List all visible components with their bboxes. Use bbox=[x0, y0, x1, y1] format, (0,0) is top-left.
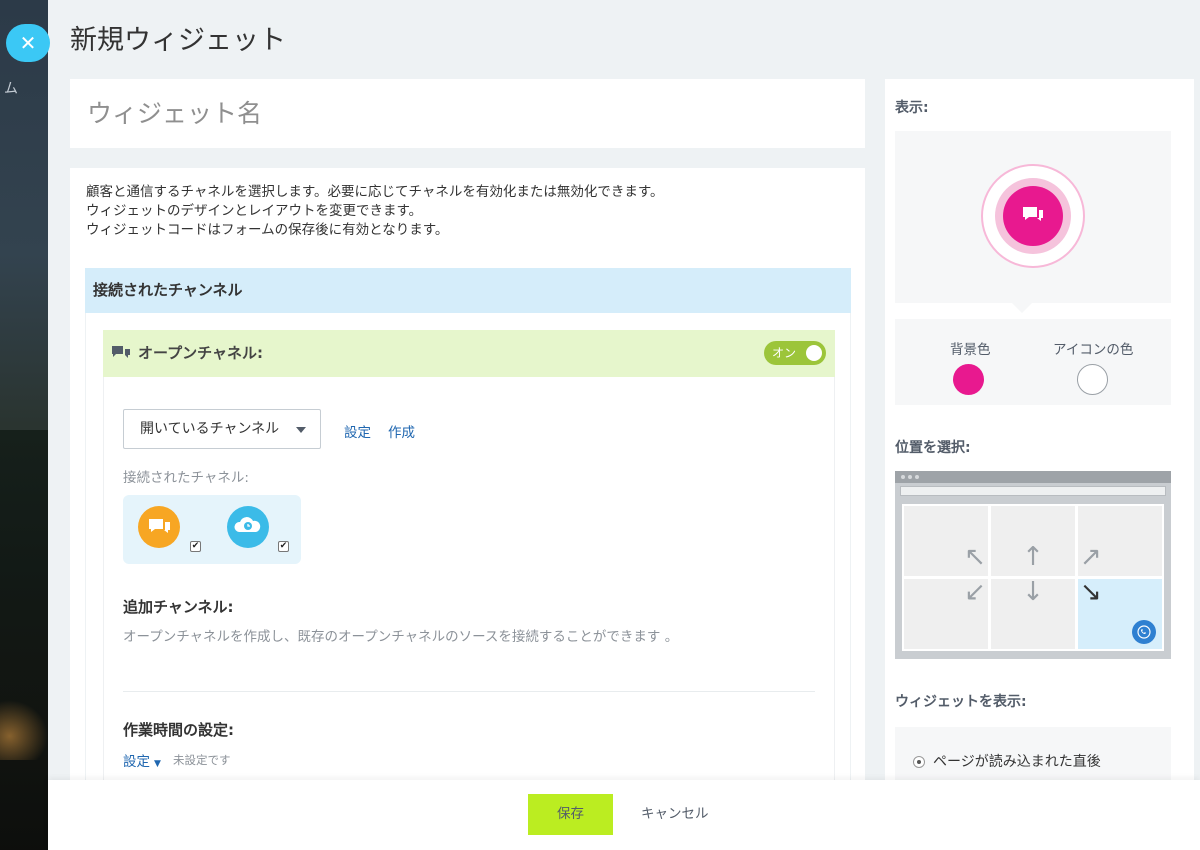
close-button[interactable]: ✕ bbox=[6, 24, 50, 62]
arrow-down-icon: ↓ bbox=[1022, 577, 1044, 607]
additional-channels-heading: 追加チャンネル: bbox=[123, 598, 234, 616]
position-top-right[interactable]: ↗ bbox=[1078, 506, 1162, 576]
background-strip: ム bbox=[0, 0, 48, 850]
open-channel-toggle[interactable]: オン bbox=[764, 341, 826, 365]
page-title: 新規ウィジェット bbox=[70, 25, 286, 56]
browser-bar bbox=[895, 471, 1171, 483]
connected-channels-label: 接続されたチャネル: bbox=[123, 470, 249, 486]
arrow-down-right-icon: ↘ bbox=[1080, 577, 1102, 607]
description-line: ウィジェットコードはフォームの保存後に有効となります。 bbox=[86, 222, 449, 238]
description-line: ウィジェットのデザインとレイアウトを変更できます。 bbox=[86, 203, 423, 219]
preview-pointer bbox=[1012, 303, 1032, 313]
background-landscape bbox=[0, 430, 48, 850]
connected-channels-section: オープンチャネル: オン 開いているチャンネル 設定 作成 接続されたチャネル: bbox=[85, 313, 851, 788]
arrow-up-right-icon: ↗ bbox=[1080, 542, 1102, 572]
bg-color-swatch[interactable] bbox=[953, 364, 984, 395]
select-value: 開いているチャンネル bbox=[140, 421, 280, 437]
widget-name-input[interactable] bbox=[87, 99, 848, 128]
open-channel-select[interactable]: 開いているチャンネル bbox=[123, 409, 321, 449]
work-hours-link-label: 設定 bbox=[123, 754, 150, 770]
description: 顧客と通信するチャネルを選択します。必要に応じてチャネルを有効化または無効化でき… bbox=[86, 183, 664, 240]
background-glow bbox=[0, 700, 48, 760]
icon-color-label: アイコンの色 bbox=[1053, 342, 1134, 358]
icon-color-swatch[interactable] bbox=[1077, 364, 1108, 395]
work-hours-heading: 作業時間の設定: bbox=[123, 721, 234, 739]
create-link[interactable]: 作成 bbox=[388, 421, 415, 441]
toggle-label: オン bbox=[772, 346, 797, 360]
description-line: 顧客と通信するチャネルを選択します。必要に応じてチャネルを有効化または無効化でき… bbox=[86, 184, 664, 200]
show-option-radio[interactable] bbox=[913, 756, 925, 768]
chat-bubbles-icon bbox=[111, 344, 131, 364]
settings-sidebar: 表示: 背景色 アイコンの色 位置を選択: ↖ ↑ ↗ ↙ ↓ ↘ ウィジェット… bbox=[885, 79, 1194, 789]
footer-bar: 保存 キャンセル bbox=[48, 780, 1200, 850]
cancel-button[interactable]: キャンセル bbox=[641, 794, 709, 835]
open-channel-title: オープンチャネル: bbox=[138, 344, 263, 362]
work-hours-status: 未設定です bbox=[173, 753, 231, 767]
save-button[interactable]: 保存 bbox=[528, 794, 613, 835]
main-card: 顧客と通信するチャネルを選択します。必要に応じてチャネルを有効化または無効化でき… bbox=[70, 168, 865, 788]
chevron-down-icon bbox=[296, 427, 306, 433]
arrow-up-icon: ↑ bbox=[1022, 542, 1044, 572]
divider bbox=[123, 691, 815, 692]
position-bottom-center[interactable]: ↓ bbox=[991, 577, 1075, 649]
widget-name-box bbox=[70, 79, 865, 148]
browser-url-bar bbox=[900, 486, 1166, 496]
bg-color-label: 背景色 bbox=[950, 342, 991, 358]
position-grid: ↖ ↑ ↗ ↙ ↓ ↘ bbox=[902, 504, 1164, 651]
close-icon: ✕ bbox=[19, 31, 37, 55]
toggle-knob bbox=[806, 345, 822, 361]
additional-channels-text: オープンチャネルを作成し、既存のオープンチャネルのソースを接続することができます… bbox=[123, 629, 679, 645]
position-label: 位置を選択: bbox=[895, 440, 971, 456]
position-bottom-left[interactable]: ↙ bbox=[904, 577, 988, 649]
cloud-clock-icon[interactable] bbox=[227, 506, 269, 548]
work-hours-settings-link[interactable]: 設定 ▼ bbox=[123, 750, 161, 770]
position-bottom-right[interactable]: ↘ bbox=[1078, 577, 1162, 649]
position-top-left[interactable]: ↖ bbox=[904, 506, 988, 576]
phone-icon bbox=[1132, 620, 1156, 644]
chat-bubbles-icon bbox=[1023, 207, 1043, 221]
widget-button-preview[interactable] bbox=[1003, 186, 1063, 246]
chevron-down-icon: ▼ bbox=[154, 759, 161, 769]
show-widget-label: ウィジェットを表示: bbox=[895, 694, 1027, 710]
color-settings: 背景色 アイコンの色 bbox=[895, 319, 1171, 405]
widget-preview bbox=[895, 131, 1171, 303]
arrow-down-left-icon: ↙ bbox=[964, 577, 986, 607]
show-option-label: ページが読み込まれた直後 bbox=[933, 754, 1101, 770]
display-label: 表示: bbox=[895, 100, 929, 116]
position-selector: ↖ ↑ ↗ ↙ ↓ ↘ bbox=[895, 471, 1171, 659]
channel-checkbox[interactable]: ✔ bbox=[190, 541, 201, 552]
widget-slider-panel: 新規ウィジェット 顧客と通信するチャネルを選択します。必要に応じてチャネルを有効… bbox=[48, 0, 1200, 850]
arrow-up-left-icon: ↖ bbox=[964, 542, 986, 572]
side-hint-text: ム bbox=[4, 81, 18, 97]
connected-channels-heading: 接続されたチャンネル bbox=[85, 268, 851, 313]
settings-link[interactable]: 設定 bbox=[344, 421, 371, 441]
chat-bubbles-icon[interactable] bbox=[138, 506, 180, 548]
open-channel-body: 開いているチャンネル 設定 作成 接続されたチャネル: ✔ ✔ 追加チャンネル:… bbox=[103, 377, 835, 788]
connected-channel-icons: ✔ ✔ bbox=[123, 495, 301, 564]
channel-checkbox[interactable]: ✔ bbox=[278, 541, 289, 552]
open-channel-header: オープンチャネル: オン bbox=[103, 330, 835, 377]
position-top-center[interactable]: ↑ bbox=[991, 506, 1075, 576]
